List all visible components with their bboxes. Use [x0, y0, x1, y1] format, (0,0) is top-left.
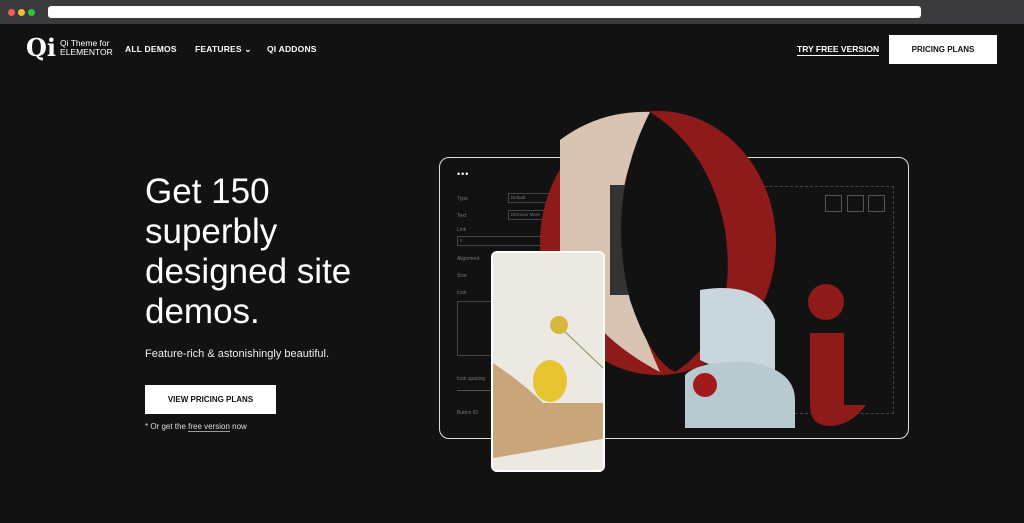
save-icon — [847, 195, 864, 212]
still-life-photo — [493, 253, 603, 470]
dots-icon: ••• — [457, 169, 470, 179]
maximize-window-button[interactable] — [28, 9, 35, 16]
canvas-area — [704, 186, 894, 414]
pricing-plans-button[interactable]: PRICING PLANS — [889, 35, 997, 64]
nav-features[interactable]: FEATURES ⌄ — [195, 44, 252, 55]
settings-icon — [825, 195, 842, 212]
chevron-down-icon: ⌄ — [244, 44, 252, 54]
view-pricing-plans-button[interactable]: VIEW PRICING PLANS — [145, 385, 276, 414]
free-version-link[interactable]: free version — [188, 422, 230, 432]
logo[interactable]: Qi Qi Theme for ELEMENTOR — [26, 36, 113, 60]
label-icon: Icon — [457, 290, 467, 296]
label-icon-spacing: Icon spacing — [457, 376, 486, 382]
try-free-version-link[interactable]: TRY FREE VERSION — [797, 44, 880, 56]
note-suffix: now — [229, 422, 247, 431]
hero-headline: Get 150 superbly designed site demos. — [145, 172, 352, 331]
logo-mark: Qi — [26, 33, 57, 62]
logo-line2: ELEMENTOR — [60, 47, 113, 57]
minimize-window-button[interactable] — [18, 9, 25, 16]
address-bar[interactable] — [48, 6, 921, 18]
nav-features-label: FEATURES — [195, 44, 242, 54]
phone-preview — [491, 251, 605, 472]
nav-qi-addons[interactable]: QI ADDONS — [267, 44, 317, 54]
note-prefix: * Or get the — [145, 422, 189, 431]
label-type: Type — [457, 196, 468, 202]
label-link: Link — [457, 227, 467, 233]
close-window-button[interactable] — [8, 9, 15, 16]
label-size: Size — [457, 273, 467, 279]
type-field: Default — [508, 193, 553, 203]
text-field: Discover More — [508, 210, 553, 220]
label-alignment: Alignment — [457, 256, 480, 262]
label-button-id: Button ID — [457, 410, 478, 416]
free-version-note: * Or get the free version now — [145, 422, 247, 432]
hero-subtitle: Feature-rich & astonishingly beautiful. — [145, 348, 330, 360]
nav-all-demos[interactable]: ALL DEMOS — [125, 44, 177, 54]
label-text: Text — [457, 213, 467, 219]
link-field: # — [457, 236, 547, 246]
inbox-icon — [868, 195, 885, 212]
browser-chrome — [0, 0, 1024, 24]
